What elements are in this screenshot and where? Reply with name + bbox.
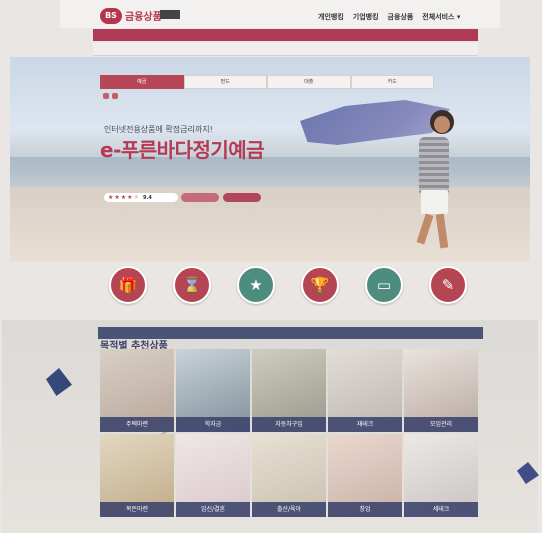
product-caption: 재테크 [328,417,402,432]
tab-deposit[interactable]: 예금 [100,75,184,89]
gift-icon: 🎁 [109,266,147,304]
wand-icon: ✎ [429,266,467,304]
product-tabs: 예금 펀드 대출 카드 [100,75,434,89]
logo-text[interactable]: 금융상품 [125,8,162,23]
product-tile[interactable]: 임신/결혼 [176,434,250,517]
hourglass-icon: ⌛ [173,266,211,304]
category-item[interactable]: 🎁 [98,266,158,320]
child-image [419,137,449,193]
top-link-all-services[interactable]: 전체서비스 ▾ [422,12,460,22]
category-item[interactable]: 🏆 [290,266,350,320]
sub-bar [93,43,478,56]
product-caption: 모임관리 [404,417,478,432]
product-caption: 주택마련 [100,417,174,432]
top-link-products[interactable]: 금융상품 [388,12,414,22]
star-icon: ★ [114,194,120,201]
product-tile[interactable]: 목돈마련 [100,434,174,517]
category-item[interactable]: ★ [226,266,286,320]
tab-loan[interactable]: 대출 [267,75,351,89]
product-tile[interactable]: 재테크 [328,349,402,432]
child-face [434,116,450,133]
category-item[interactable]: ▭ [354,266,414,320]
hero-title: e-푸른바다정기예금 [100,138,265,162]
tab-fund[interactable]: 펀드 [183,75,267,89]
product-caption: 목돈마련 [100,502,174,517]
tab-card[interactable]: 카드 [350,75,434,89]
logo-mark[interactable]: BS [100,8,122,24]
star-icon: ★ [133,194,139,201]
trophy-icon: 🏆 [301,266,339,304]
rating-score: 9.4 [142,194,152,201]
product-tile[interactable]: 자동차구입 [252,349,326,432]
product-grid: 주택마련 학자금 자동차구입 재테크 모임관리목돈마련 임신/결혼 출산/육아 창업 세테크 [100,349,478,517]
product-caption: 임신/결혼 [176,502,250,517]
beach-background [10,187,530,262]
child-shorts [421,190,448,214]
top-links: 개인뱅킹 기업뱅킹 금융상품 전체서비스 ▾ [318,12,460,22]
rating-badge: ★ ★ ★ ★ ★ 9.4 [104,193,178,202]
product-tile[interactable]: 출산/육아 [252,434,326,517]
product-caption: 출산/육아 [252,502,326,517]
join-button[interactable] [223,193,261,202]
hero-pill [112,93,118,99]
category-item[interactable]: ✎ [418,266,478,320]
product-tile[interactable]: 주택마련 [100,349,174,432]
star-icon: ★ [108,194,114,201]
star-icon: ★ [237,266,275,304]
star-icon: ★ [127,194,133,201]
product-tile[interactable]: 모임관리 [404,349,478,432]
top-link-personal[interactable]: 개인뱅킹 [318,12,344,22]
hero-pills [103,93,118,99]
monitor-icon: ▭ [365,266,403,304]
logo-tag [160,10,180,19]
category-item[interactable]: ⌛ [162,266,222,320]
product-info-button[interactable] [181,193,219,202]
sea-background [10,157,530,187]
hero-pill [103,93,109,99]
product-caption: 세테크 [404,502,478,517]
product-caption: 학자금 [176,417,250,432]
star-icon: ★ [120,194,127,201]
category-icons: 🎁 ⌛ ★ 🏆 ▭ ✎ [98,266,478,320]
product-tile[interactable]: 세테크 [404,434,478,517]
product-caption: 창업 [328,502,402,517]
main-nav [93,29,478,41]
product-caption: 자동차구입 [252,417,326,432]
top-link-business[interactable]: 기업뱅킹 [353,12,379,22]
product-tile[interactable]: 창업 [328,434,402,517]
product-tile[interactable]: 학자금 [176,349,250,432]
